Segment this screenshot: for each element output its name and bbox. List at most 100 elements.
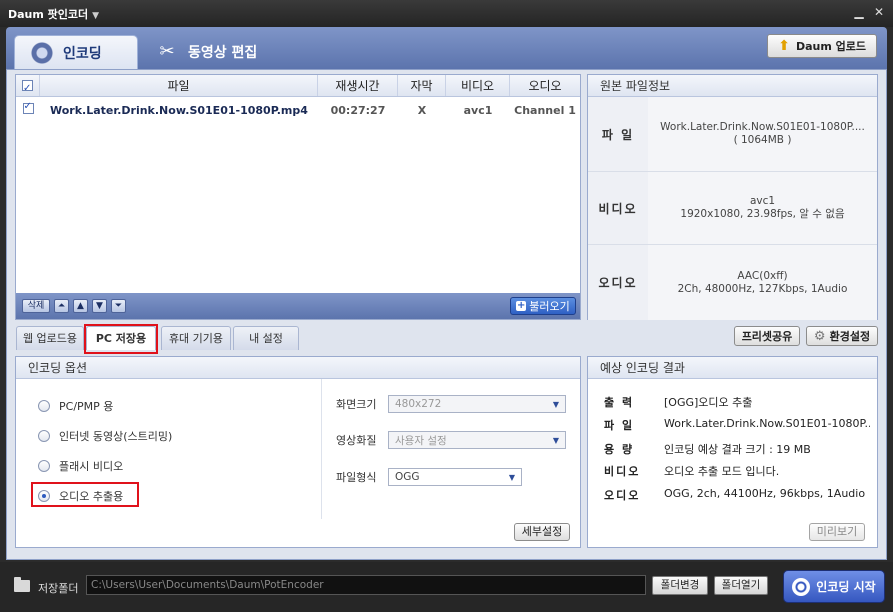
minimize-icon[interactable]: ▁ xyxy=(852,5,866,19)
radio-pc-pmp-label: PC/PMP 용 xyxy=(59,400,114,413)
bottom-bar: 저장폴더 C:\Users\User\Documents\Daum\PotEnc… xyxy=(0,562,893,612)
result-row-size: 용 량 인코딩 예상 결과 크기 : 19 MB xyxy=(604,441,870,457)
result-file-value: Work.Later.Drink.Now.S01E01-1080P.... xyxy=(664,417,870,430)
screen-size-row: 화면크기 480x272 ▼ xyxy=(336,395,566,413)
result-file-label: 파 일 xyxy=(604,419,635,432)
app-title[interactable]: Daum 팟인코더 ▼ xyxy=(8,6,99,22)
row-duration: 00:27:27 xyxy=(330,103,386,117)
screen-size-label: 화면크기 xyxy=(336,398,377,411)
plus-icon: + xyxy=(516,300,527,311)
info-file-name: Work.Later.Drink.Now.S01E01-1080P.... xyxy=(660,121,865,133)
main-tab-bar: 인코딩 ✂ 동영상 편집 ⬆ Daum 업로드 xyxy=(6,27,887,69)
info-video-detail: 1920x1080, 23.98fps, 알 수 없음 xyxy=(680,208,845,220)
options-title: 인코딩 옵션 xyxy=(16,357,580,379)
info-file-size: ( 1064MB ) xyxy=(733,134,792,146)
col-file[interactable]: 파일 xyxy=(40,75,318,96)
info-row-audio: 오디오 AAC(0xff) 2Ch, 48000Hz, 127Kbps, 1Au… xyxy=(588,245,877,320)
info-audio-value: AAC(0xff) 2Ch, 48000Hz, 127Kbps, 1Audio xyxy=(648,245,877,320)
start-encoding-button[interactable]: 인코딩 시작 xyxy=(783,570,885,603)
radio-streaming-dot[interactable] xyxy=(38,430,50,442)
result-output-label: 출 력 xyxy=(604,396,635,409)
move-top-icon[interactable]: ⏶ xyxy=(54,299,69,313)
tab-video-edit[interactable]: ✂ 동영상 편집 xyxy=(140,35,280,69)
col-audio[interactable]: 오디오 xyxy=(510,75,580,96)
result-row-video: 비디오 오디오 추출 모드 입니다. xyxy=(604,463,870,479)
info-file-label: 파 일 xyxy=(588,97,648,171)
radio-pc-pmp[interactable]: PC/PMP 용 xyxy=(38,398,113,414)
result-video-label: 비디오 xyxy=(604,465,641,478)
info-row-video: 비디오 avc1 1920x1080, 23.98fps, 알 수 없음 xyxy=(588,172,877,245)
row-audio: Channel 1 xyxy=(514,103,576,117)
row-file: Work.Later.Drink.Now.S01E01-1080P.mp4 xyxy=(50,103,308,117)
highlight-box-pc-save xyxy=(84,324,158,354)
env-settings-button[interactable]: ⚙ 환경설정 xyxy=(806,326,878,346)
row-checkbox[interactable] xyxy=(22,101,34,114)
scissors-icon: ✂ xyxy=(159,41,175,62)
expected-result-panel: 예상 인코딩 결과 출 력 [OGG]오디오 추출 파 일 Work.Later… xyxy=(587,356,878,548)
open-folder-button[interactable]: 폴더열기 xyxy=(714,576,768,595)
load-button-label: 불러오기 xyxy=(529,300,570,313)
table-row[interactable]: Work.Later.Drink.Now.S01E01-1080P.mp4 00… xyxy=(16,97,580,123)
result-audio-value: OGG, 2ch, 44100Hz, 96kbps, 1Audio xyxy=(664,487,866,500)
result-row-output: 출 력 [OGG]오디오 추출 xyxy=(604,394,870,410)
file-table-header: 파일 재생시간 자막 비디오 오디오 xyxy=(16,75,580,100)
format-row: 파일형식 OGG ▼ xyxy=(336,468,522,486)
daum-upload-button[interactable]: ⬆ Daum 업로드 xyxy=(767,34,877,58)
info-file-value: Work.Later.Drink.Now.S01E01-1080P.... ( … xyxy=(648,97,877,171)
select-all-checkbox[interactable] xyxy=(22,78,33,100)
preset-share-button[interactable]: 프리셋공유 xyxy=(734,326,800,346)
change-folder-button[interactable]: 폴더변경 xyxy=(652,576,708,595)
row-video: avc1 xyxy=(463,103,493,117)
load-button[interactable]: + 불러오기 xyxy=(510,297,576,315)
result-size-label: 용 량 xyxy=(604,443,635,456)
format-label: 파일형식 xyxy=(336,471,377,484)
chevron-down-icon[interactable]: ▼ xyxy=(92,11,99,21)
quality-label: 영상화질 xyxy=(336,434,377,447)
screen-size-select[interactable]: 480x272 ▼ xyxy=(388,395,566,413)
select-all-cell xyxy=(16,75,40,100)
radio-flash-label: 플래시 비디오 xyxy=(59,460,124,473)
daum-upload-label: Daum 업로드 xyxy=(795,40,866,53)
gear-icon: ⚙ xyxy=(813,328,826,344)
film-reel-icon xyxy=(792,577,811,596)
save-path-field[interactable]: C:\Users\User\Documents\Daum\PotEncoder xyxy=(86,575,646,595)
row-subtitle: X xyxy=(417,103,427,117)
format-select[interactable]: OGG ▼ xyxy=(388,468,522,486)
radio-flash-dot[interactable] xyxy=(38,460,50,472)
quality-select[interactable]: 사용자 설정 ▼ xyxy=(388,431,566,449)
radio-flash[interactable]: 플래시 비디오 xyxy=(38,458,123,474)
move-down-icon[interactable]: ▼ xyxy=(92,299,107,313)
result-row-audio: 오디오 OGG, 2ch, 44100Hz, 96kbps, 1Audio xyxy=(604,487,870,503)
result-title: 예상 인코딩 결과 xyxy=(588,357,877,379)
move-up-icon[interactable]: ▲ xyxy=(73,299,88,313)
info-video-codec: avc1 xyxy=(749,195,776,207)
chevron-down-icon: ▼ xyxy=(552,399,559,409)
result-video-value: 오디오 추출 모드 입니다. xyxy=(664,465,780,478)
row-checkbox-cell xyxy=(16,101,40,117)
col-video[interactable]: 비디오 xyxy=(446,75,510,96)
preview-button[interactable]: 미리보기 xyxy=(809,523,865,541)
file-toolbar: 삭제 ⏶ ▲ ▼ ⏷ + 불러오기 xyxy=(16,293,580,319)
tab-web-upload[interactable]: 웹 업로드용 xyxy=(16,326,84,350)
title-bar: Daum 팟인코더 ▼ ▁ ✕ xyxy=(0,0,893,27)
close-icon[interactable]: ✕ xyxy=(872,5,886,19)
result-output-value: [OGG]오디오 추출 xyxy=(664,396,753,409)
tab-mobile[interactable]: 휴대 기기용 xyxy=(161,326,231,350)
quality-row: 영상화질 사용자 설정 ▼ xyxy=(336,431,566,449)
move-bottom-icon[interactable]: ⏷ xyxy=(111,299,126,313)
col-subtitle[interactable]: 자막 xyxy=(398,75,446,96)
delete-button[interactable]: 삭제 xyxy=(22,299,50,313)
source-info-panel: 원본 파일정보 파 일 Work.Later.Drink.Now.S01E01-… xyxy=(587,74,878,320)
radio-pc-pmp-dot[interactable] xyxy=(38,400,50,412)
save-folder-label: 저장폴더 xyxy=(38,582,79,595)
film-reel-icon xyxy=(29,41,55,64)
highlight-box-audio-extract xyxy=(31,482,139,507)
format-value: OGG xyxy=(395,471,420,483)
col-duration[interactable]: 재생시간 xyxy=(318,75,398,96)
radio-streaming[interactable]: 인터넷 동영상(스트리밍) xyxy=(38,428,172,444)
tab-my-settings[interactable]: 내 설정 xyxy=(233,326,299,350)
tab-encoding[interactable]: 인코딩 xyxy=(14,35,138,69)
tab-encoding-label: 인코딩 xyxy=(63,45,102,62)
info-audio-codec: AAC(0xff) xyxy=(737,269,788,282)
detail-settings-button[interactable]: 세부설정 xyxy=(514,523,570,541)
